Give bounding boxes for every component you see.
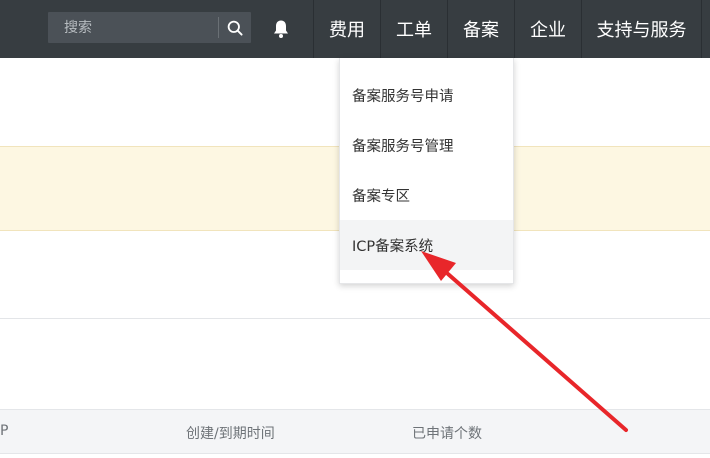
search-input[interactable] (48, 12, 218, 43)
menu-item-service-number-apply[interactable]: 备案服务号申请 (340, 70, 513, 120)
column-header-created-expiry: 创建/到期时间 (186, 426, 275, 442)
search-icon (227, 20, 243, 36)
column-header-applied-count: 已申请个数 (412, 426, 482, 442)
nav-item-filing[interactable]: 备案 (447, 0, 514, 58)
nav-overflow (701, 0, 710, 58)
menu-item-icp-filing-system[interactable]: ICP备案系统 (340, 220, 513, 270)
menu-item-filing-zone[interactable]: 备案专区 (340, 170, 513, 220)
search-box (48, 12, 251, 43)
top-navigation-bar: 费用 工单 备案 企业 支持与服务 (0, 0, 710, 58)
notification-button[interactable] (262, 0, 300, 58)
nav-item-support[interactable]: 支持与服务 (581, 0, 701, 58)
search-button[interactable] (219, 12, 251, 43)
nav-item-enterprise[interactable]: 企业 (514, 0, 581, 58)
nav-item-fees[interactable]: 费用 (313, 0, 380, 58)
divider (0, 318, 710, 319)
menu-item-service-number-manage[interactable]: 备案服务号管理 (340, 120, 513, 170)
nav-item-tickets[interactable]: 工单 (380, 0, 447, 58)
filing-dropdown-menu: 备案服务号申请 备案服务号管理 备案专区 ICP备案系统 (339, 58, 514, 284)
bell-icon (274, 20, 288, 38)
column-header-ip: P (0, 423, 9, 439)
main-nav: 费用 工单 备案 企业 支持与服务 (313, 0, 710, 58)
table-header: P 创建/到期时间 已申请个数 (0, 409, 710, 454)
